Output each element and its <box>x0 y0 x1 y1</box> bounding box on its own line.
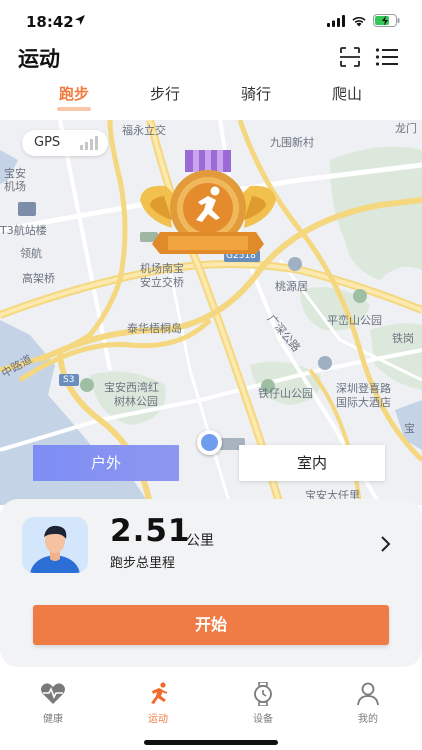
start-button[interactable]: 开始 <box>33 605 389 645</box>
tab-active-indicator <box>57 107 91 111</box>
total-distance-value: 2.51 <box>110 513 191 549</box>
scan-icon[interactable] <box>339 46 361 68</box>
gps-indicator: GPS <box>22 130 108 156</box>
outdoor-mode-button[interactable]: 户外 <box>33 445 179 481</box>
user-icon <box>357 682 379 706</box>
total-distance-label: 跑步总里程 <box>110 556 176 571</box>
header: 运动 <box>0 40 422 76</box>
menu-icon[interactable] <box>375 46 399 68</box>
runner-icon <box>151 682 168 704</box>
status-time: 18:42 <box>26 13 74 31</box>
nav-label: 健康 <box>43 714 63 725</box>
map-label: 树林公园 <box>114 395 158 408</box>
gps-label: GPS <box>34 135 61 150</box>
highway-shield-label: S3 <box>63 375 75 385</box>
map-label: 平峦山公园 <box>327 314 382 327</box>
tab-label: 跑步 <box>58 85 89 103</box>
status-bar: 18:42 <box>0 0 422 44</box>
avatar <box>22 517 88 573</box>
map-label: 高架桥 <box>22 272 55 285</box>
cellular-signal-icon <box>327 14 345 27</box>
indoor-mode-button[interactable]: 室内 <box>239 445 385 481</box>
status-icons <box>327 14 400 27</box>
nav-profile[interactable]: 我的 <box>338 682 398 725</box>
map-label: 福永立交 <box>122 124 166 137</box>
wifi-icon <box>352 16 366 26</box>
map-label: 国际大酒店 <box>336 396 391 409</box>
map-label: 铁岗 <box>392 332 414 345</box>
map-label: 安立交桥 <box>140 276 184 289</box>
map-label: 铁仔山公园 <box>258 387 313 400</box>
gps-signal-icon <box>80 136 98 150</box>
tab-label: 爬山 <box>331 85 362 103</box>
page-title: 运动 <box>18 47 60 71</box>
map-label: 龙门 <box>395 122 417 135</box>
tab-walking[interactable]: 步行 <box>135 82 195 114</box>
home-indicator[interactable] <box>144 740 278 745</box>
tab-climbing[interactable]: 爬山 <box>317 82 377 114</box>
map-label: 桃源居 <box>275 280 308 293</box>
running-summary-card: 2.51 公里 跑步总里程 开始 <box>0 499 422 667</box>
watch-icon <box>254 682 272 706</box>
tab-label: 步行 <box>149 85 180 103</box>
bottom-nav: 健康 运动 设备 我的 <box>0 676 422 750</box>
battery-charging-icon <box>373 14 400 27</box>
map-label: 机场 <box>4 180 26 193</box>
map-label: T3航站楼 <box>0 224 47 237</box>
tab-running[interactable]: 跑步 <box>44 82 104 114</box>
tab-cycling[interactable]: 骑行 <box>226 82 286 114</box>
location-arrow-icon <box>75 15 85 25</box>
nav-sports[interactable]: 运动 <box>128 682 188 725</box>
chevron-right-icon[interactable] <box>380 535 392 553</box>
nav-label: 我的 <box>358 714 378 725</box>
heart-pulse-icon <box>41 683 65 704</box>
medal-badge-icon <box>140 150 276 254</box>
map-label: 宝 <box>404 422 415 435</box>
nav-health[interactable]: 健康 <box>23 682 83 725</box>
sport-tabs: 跑步 步行 骑行 爬山 <box>0 82 422 120</box>
map-label: 领航 <box>20 247 42 260</box>
distance-unit: 公里 <box>186 533 214 549</box>
current-location-marker <box>197 430 222 455</box>
avatar-illustration-icon <box>22 517 88 573</box>
nav-label: 运动 <box>148 714 168 725</box>
tab-label: 骑行 <box>240 85 271 103</box>
nav-label: 设备 <box>253 714 273 725</box>
nav-device[interactable]: 设备 <box>233 682 293 725</box>
map-label: 泰华梧桐岛 <box>127 322 182 335</box>
